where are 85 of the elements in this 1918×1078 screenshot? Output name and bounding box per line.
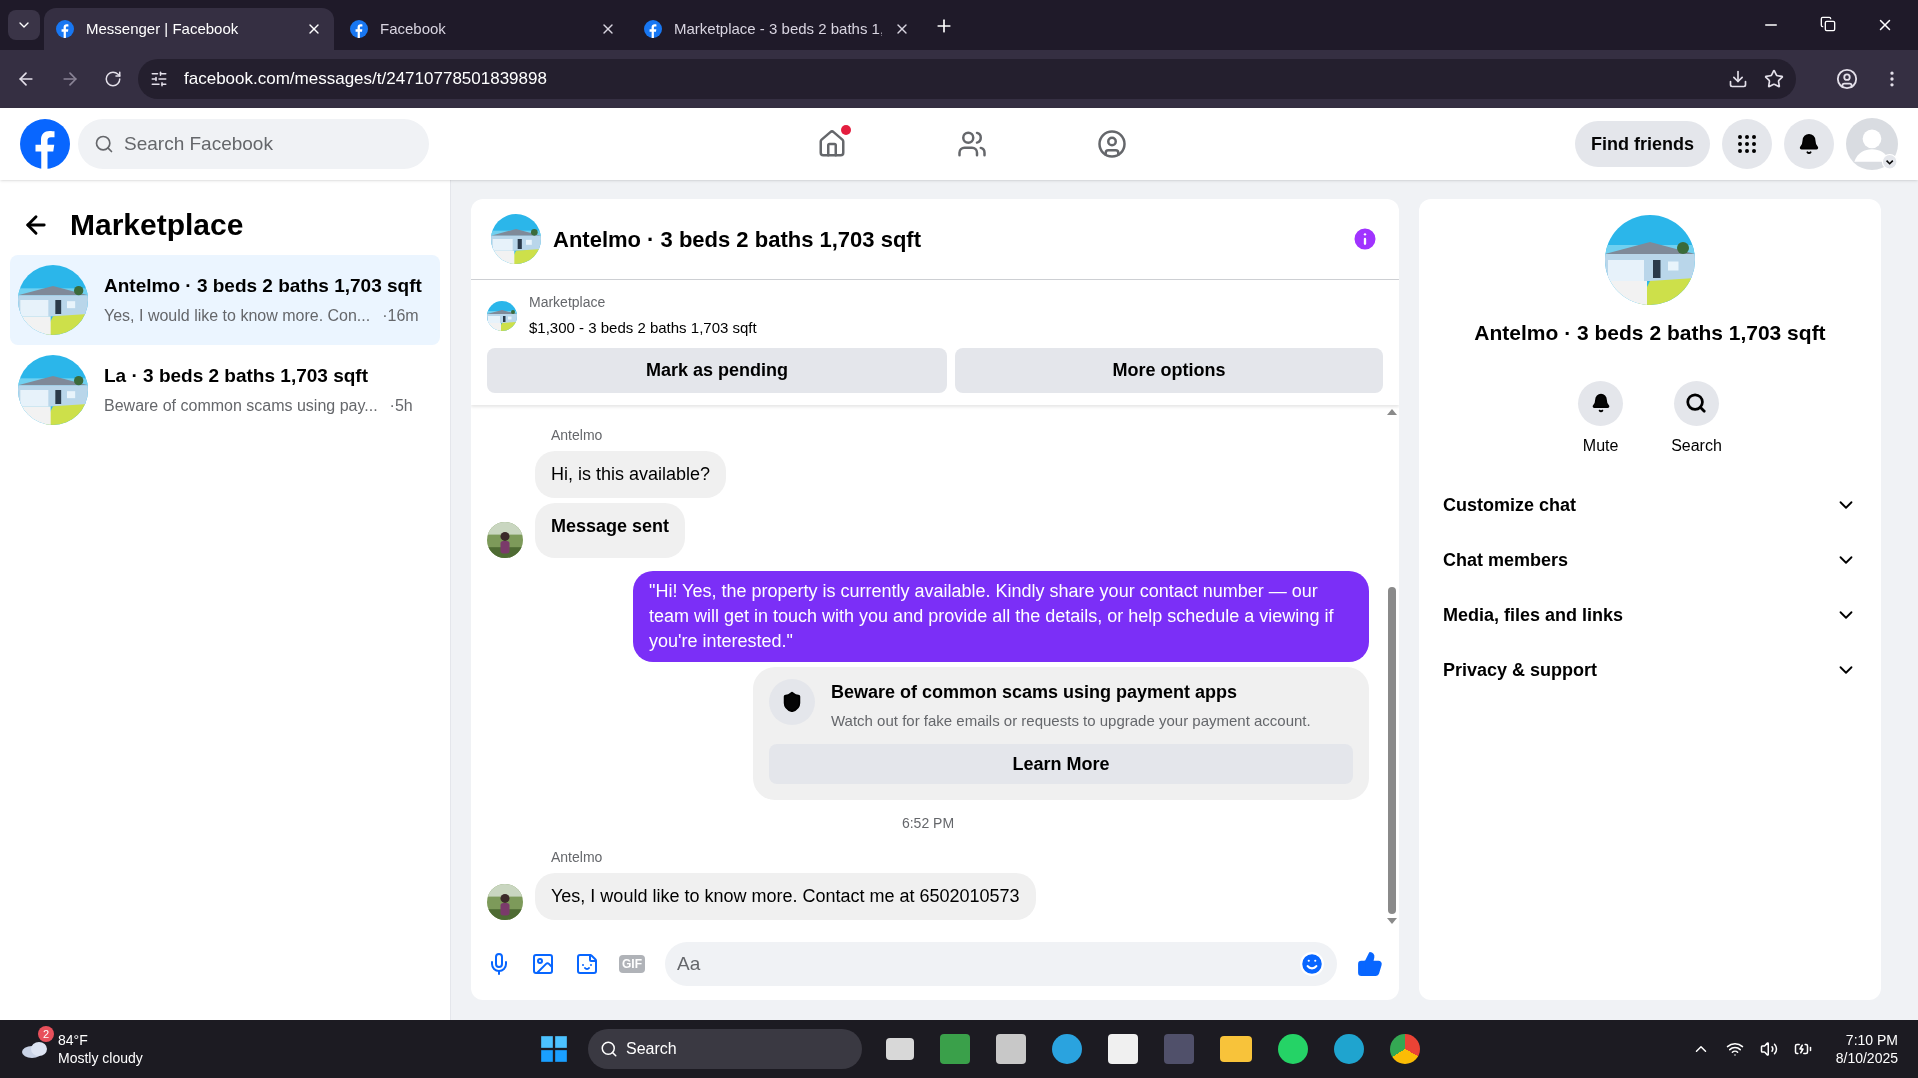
sender-name: Antelmo: [551, 848, 604, 867]
listing-action-button[interactable]: Mark as pending: [487, 347, 947, 393]
search-icon: [1685, 392, 1708, 414]
bookmark-icon[interactable]: [1764, 69, 1784, 89]
profile-icon[interactable]: [1836, 68, 1858, 90]
section-row[interactable]: Chat members: [1439, 532, 1861, 588]
search-field[interactable]: Search Facebook: [78, 119, 429, 169]
sidebar-title: Marketplace: [70, 207, 244, 243]
tab-list-button[interactable]: [8, 10, 40, 40]
temperature: 84°F: [58, 1031, 89, 1049]
facebook-logo-icon[interactable]: [20, 119, 70, 169]
bell-icon: [1798, 133, 1820, 155]
like-icon[interactable]: [1357, 951, 1383, 977]
timestamp: 6:52 PM: [901, 814, 955, 833]
grid-icon: [1735, 132, 1759, 156]
reload-icon[interactable]: [104, 70, 122, 88]
notice-body: Watch out for fake emails or requests to upgrade your payment account.: [831, 710, 1311, 731]
sender-name: Antelmo: [551, 425, 604, 445]
home-icon[interactable]: [817, 129, 847, 159]
search-label: Search: [626, 1039, 677, 1059]
tab-title: Messenger | Facebook: [86, 18, 240, 39]
browser-tab[interactable]: Marketplace - 3 beds 2 baths 1,: [632, 8, 922, 50]
chat-title: Antelmo · 3 beds 2 baths 1,703 sqft: [104, 273, 422, 298]
section-label: Privacy & support: [1443, 658, 1598, 682]
message-time: ·16m: [382, 306, 419, 327]
chat-title: La · 3 beds 2 baths 1,703 sqft: [104, 363, 369, 388]
image-icon[interactable]: [531, 952, 555, 976]
section-label: Chat members: [1443, 548, 1569, 572]
chat-title: Antelmo · 3 beds 2 baths 1,703 sqft: [553, 225, 921, 254]
sticker-icon[interactable]: [575, 952, 599, 976]
browser-tab[interactable]: Facebook: [338, 8, 628, 50]
network-icon[interactable]: [1725, 1040, 1744, 1058]
section-row[interactable]: Customize chat: [1439, 477, 1861, 533]
learn-more-button[interactable]: Learn More: [769, 744, 1353, 784]
address-bar[interactable]: facebook.com/messages/t/24710778501839898: [138, 59, 1796, 99]
taskbar-search[interactable]: Search: [588, 1029, 862, 1069]
action-label: Mute: [1582, 435, 1619, 456]
message-bubble: Hi, is this available?: [535, 450, 727, 498]
menu-button[interactable]: [1722, 119, 1772, 169]
message-preview: Yes, I would like to know more. Con...: [104, 306, 371, 327]
browser-icon[interactable]: [1390, 1034, 1420, 1064]
info-icon[interactable]: [1351, 225, 1379, 253]
browser-tab[interactable]: Messenger | Facebook: [44, 8, 334, 50]
facebook-logo-icon: [350, 20, 368, 38]
section-label: Media, files and links: [1443, 603, 1624, 627]
clock-date: 8/10/2025: [1835, 1049, 1898, 1067]
listing-action-button[interactable]: More options: [955, 347, 1383, 393]
search-icon: [600, 1040, 618, 1058]
chat-list-item[interactable]: La · 3 beds 2 baths 1,703 sqft Beware of common scams using pay... ·5h: [10, 345, 440, 435]
site-info-icon[interactable]: [150, 70, 168, 88]
message-input[interactable]: Aa: [665, 942, 1337, 986]
message-bubble: Message sent: [535, 502, 686, 558]
message-bubble: "Hi! Yes, the property is currently available. Kindly share your contact number — our team will get in touch with you and provide all the details, or help schedule a viewing if you're interested.": [633, 570, 1369, 662]
facebook-logo-icon: [644, 20, 662, 38]
search-icon: [94, 134, 114, 154]
message-bubble: Yes, I would like to know more. Contact me at 6502010573: [535, 873, 1036, 920]
weather-condition: Mostly cloudy: [58, 1049, 143, 1067]
url-text: facebook.com/messages/t/24710778501839898: [184, 68, 547, 91]
windows-icon[interactable]: [540, 1035, 568, 1063]
groups-icon[interactable]: [1097, 129, 1127, 159]
listing-source: Marketplace: [529, 293, 607, 312]
volume-icon[interactable]: [1759, 1040, 1778, 1058]
listing-summary: $1,300 - 3 beds 2 baths 1,703 sqft: [529, 318, 757, 338]
tab-title: Marketplace - 3 beds 2 baths 1,: [674, 18, 882, 39]
find-friends-button[interactable]: Find friends: [1575, 121, 1710, 167]
friends-icon[interactable]: [957, 129, 987, 159]
chat-list-item[interactable]: Antelmo · 3 beds 2 baths 1,703 sqft Yes, I would like to know more. Con... ·16m: [10, 255, 440, 345]
section-row[interactable]: Media, files and links: [1439, 587, 1861, 643]
details-title: Antelmo · 3 beds 2 baths 1,703 sqft: [1474, 320, 1826, 346]
notice-title: Beware of common scams using payment apps: [831, 680, 1239, 704]
notifications-button[interactable]: [1784, 119, 1834, 169]
restore-icon[interactable]: [1820, 16, 1836, 32]
clock-time: 7:10 PM: [1845, 1031, 1898, 1049]
action-label: Search: [1671, 435, 1722, 456]
message-time: ·5h: [389, 396, 413, 417]
search-button[interactable]: [1674, 380, 1719, 426]
shield-badge: [769, 678, 815, 725]
section-row[interactable]: Privacy & support: [1439, 642, 1861, 698]
install-icon[interactable]: [1728, 69, 1748, 89]
facebook-logo-icon: [56, 20, 74, 38]
bell-icon: [1590, 393, 1611, 413]
message-preview: Beware of common scams using pay...: [104, 396, 378, 417]
section-label: Customize chat: [1443, 493, 1577, 517]
notification-badge: 2: [38, 1026, 54, 1042]
tab-title: Facebook: [380, 18, 447, 39]
